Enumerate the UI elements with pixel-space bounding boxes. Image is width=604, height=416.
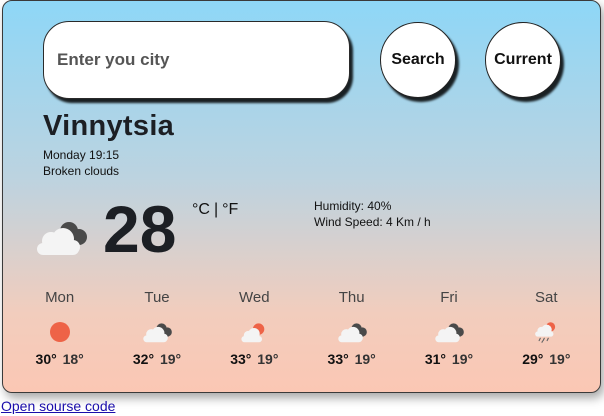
sun-behind-cloud-icon bbox=[238, 319, 270, 345]
forecast-min: 19° bbox=[257, 351, 279, 367]
current-temperature: 28 bbox=[103, 192, 177, 266]
weather-card: Search Current Vinnytsia Monday 19:15 Br… bbox=[2, 0, 601, 393]
forecast-max: 32° bbox=[132, 351, 155, 367]
fahrenheit-unit[interactable]: °F bbox=[222, 201, 238, 219]
unit-toggle: °C | °F bbox=[192, 201, 238, 219]
forecast-max: 31° bbox=[424, 351, 447, 367]
city-search-input[interactable] bbox=[43, 21, 350, 99]
forecast-max: 33° bbox=[230, 351, 252, 367]
forecast-day-name: Tue bbox=[144, 289, 170, 306]
sun-icon bbox=[49, 322, 70, 342]
forecast-max: 33° bbox=[327, 351, 349, 367]
forecast-min: 19° bbox=[354, 351, 376, 367]
broken-clouds-icon bbox=[33, 217, 89, 257]
date-time: Monday 19:15 bbox=[43, 148, 120, 162]
forecast-temps: 30° 18° bbox=[36, 351, 84, 367]
forecast: Mon 30° 18° Tue 32° 19° Wed 33° 19° Thu … bbox=[11, 289, 595, 379]
forecast-day-name: Fri bbox=[440, 289, 458, 306]
forecast-day: Fri 31° 19° bbox=[400, 289, 497, 379]
unit-separator: | bbox=[213, 201, 219, 218]
forecast-temps: 33° 19° bbox=[230, 351, 278, 367]
open-source-code-link[interactable]: Open sourse code bbox=[1, 398, 115, 414]
forecast-min: 19° bbox=[451, 351, 474, 367]
broken-clouds-icon bbox=[433, 319, 465, 345]
forecast-temps: 29° 19° bbox=[522, 351, 570, 367]
forecast-min: 18° bbox=[62, 351, 84, 367]
forecast-max: 30° bbox=[35, 351, 57, 367]
forecast-day: Wed 33° 19° bbox=[206, 289, 303, 379]
forecast-day: Mon 30° 18° bbox=[11, 289, 108, 379]
forecast-day-name: Thu bbox=[338, 289, 365, 306]
forecast-min: 19° bbox=[549, 351, 571, 367]
humidity: Humidity: 40% bbox=[314, 199, 392, 213]
city-name: Vinnytsia bbox=[43, 110, 175, 142]
broken-clouds-icon bbox=[141, 319, 173, 345]
forecast-min: 19° bbox=[159, 351, 182, 367]
forecast-day-name: Mon bbox=[45, 289, 75, 306]
forecast-temps: 31° 19° bbox=[425, 351, 473, 367]
forecast-day-name: Wed bbox=[239, 289, 270, 306]
search-button[interactable]: Search bbox=[380, 22, 456, 98]
forecast-day-name: Sat bbox=[535, 289, 558, 306]
celsius-unit[interactable]: °C bbox=[192, 201, 210, 219]
rain-cloud-icon bbox=[530, 319, 562, 345]
weather-description: Broken clouds bbox=[43, 164, 120, 178]
forecast-max: 29° bbox=[522, 351, 544, 367]
forecast-day: Tue 32° 19° bbox=[108, 289, 205, 379]
forecast-temps: 32° 19° bbox=[133, 351, 181, 367]
forecast-day: Sat 29° 19° bbox=[498, 289, 595, 379]
broken-clouds-icon bbox=[336, 319, 368, 345]
forecast-temps: 33° 19° bbox=[328, 351, 376, 367]
forecast-day: Thu 33° 19° bbox=[303, 289, 400, 379]
wind-speed: Wind Speed: 4 Km / h bbox=[314, 215, 431, 229]
current-location-button[interactable]: Current bbox=[485, 22, 561, 98]
